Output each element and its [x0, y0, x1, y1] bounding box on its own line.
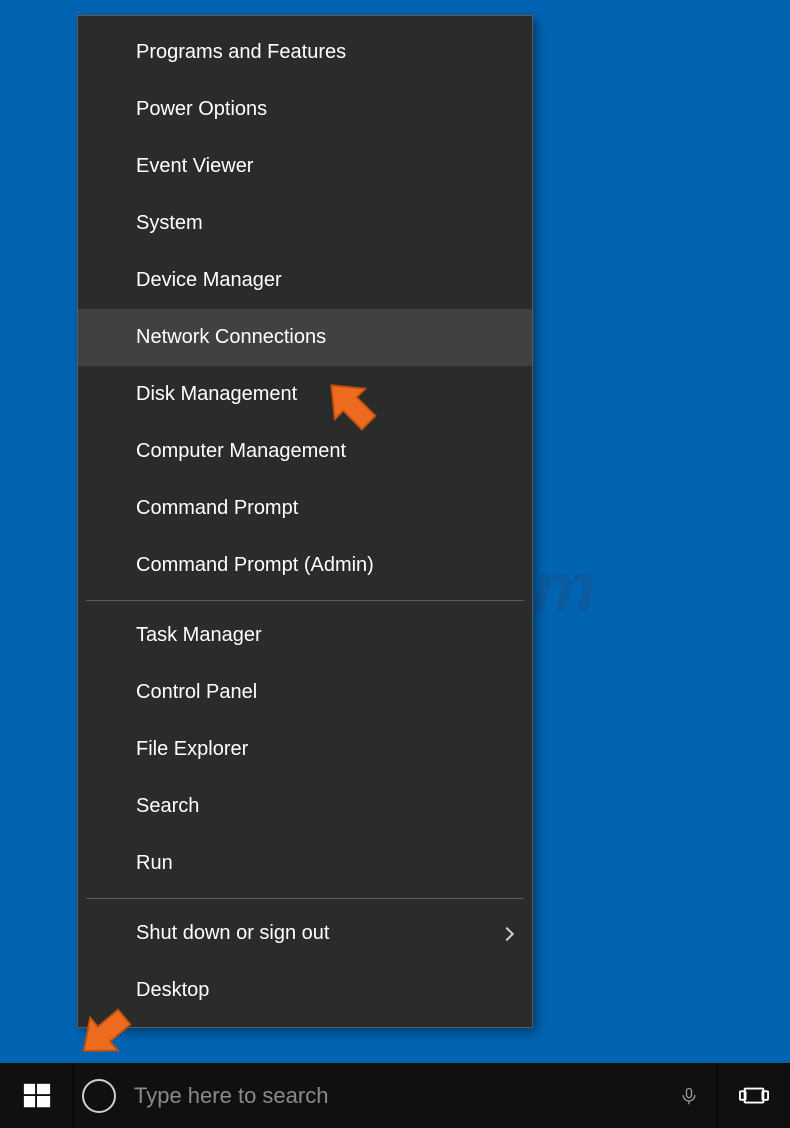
- menu-item-event-viewer[interactable]: Event Viewer: [78, 138, 532, 195]
- menu-item-run[interactable]: Run: [78, 835, 532, 892]
- menu-item-label: Computer Management: [136, 440, 346, 463]
- menu-item-label: System: [136, 212, 203, 235]
- menu-item-label: Disk Management: [136, 383, 297, 406]
- cortana-ring-icon: [82, 1079, 116, 1113]
- menu-item-label: Network Connections: [136, 326, 326, 349]
- menu-item-label: Command Prompt: [136, 497, 298, 520]
- microphone-icon[interactable]: [675, 1082, 703, 1110]
- task-view-button[interactable]: [718, 1063, 790, 1128]
- windows-logo-icon: [22, 1081, 52, 1111]
- menu-item-power-options[interactable]: Power Options: [78, 81, 532, 138]
- taskbar: Type here to search: [0, 1063, 790, 1128]
- winx-context-menu: Programs and Features Power Options Event …: [77, 15, 533, 1028]
- menu-item-file-explorer[interactable]: File Explorer: [78, 721, 532, 778]
- chevron-right-icon: [500, 926, 514, 940]
- search-box[interactable]: Type here to search: [74, 1063, 717, 1128]
- menu-item-label: Device Manager: [136, 269, 282, 292]
- menu-item-label: Task Manager: [136, 624, 262, 647]
- search-placeholder: Type here to search: [134, 1083, 657, 1109]
- menu-item-label: Command Prompt (Admin): [136, 554, 374, 577]
- menu-item-label: Power Options: [136, 98, 267, 121]
- menu-item-network-connections[interactable]: Network Connections: [78, 309, 532, 366]
- menu-item-search[interactable]: Search: [78, 778, 532, 835]
- menu-item-programs-and-features[interactable]: Programs and Features: [78, 24, 532, 81]
- menu-item-label: Search: [136, 795, 199, 818]
- menu-item-command-prompt[interactable]: Command Prompt: [78, 480, 532, 537]
- menu-item-shut-down-or-sign-out[interactable]: Shut down or sign out: [78, 905, 532, 962]
- menu-item-task-manager[interactable]: Task Manager: [78, 607, 532, 664]
- menu-item-device-manager[interactable]: Device Manager: [78, 252, 532, 309]
- menu-item-disk-management[interactable]: Disk Management: [78, 366, 532, 423]
- menu-item-computer-management[interactable]: Computer Management: [78, 423, 532, 480]
- menu-item-desktop[interactable]: Desktop: [78, 962, 532, 1019]
- menu-item-label: Shut down or sign out: [136, 922, 329, 945]
- menu-item-label: Desktop: [136, 979, 209, 1002]
- start-button[interactable]: [0, 1063, 73, 1128]
- menu-item-control-panel[interactable]: Control Panel: [78, 664, 532, 721]
- menu-item-label: Control Panel: [136, 681, 257, 704]
- menu-separator: [86, 898, 524, 899]
- menu-item-label: Run: [136, 852, 173, 875]
- menu-item-label: Event Viewer: [136, 155, 253, 178]
- menu-separator: [86, 600, 524, 601]
- menu-item-system[interactable]: System: [78, 195, 532, 252]
- menu-item-label: File Explorer: [136, 738, 248, 761]
- menu-item-label: Programs and Features: [136, 41, 346, 64]
- task-view-icon: [739, 1084, 769, 1108]
- menu-item-command-prompt-admin[interactable]: Command Prompt (Admin): [78, 537, 532, 594]
